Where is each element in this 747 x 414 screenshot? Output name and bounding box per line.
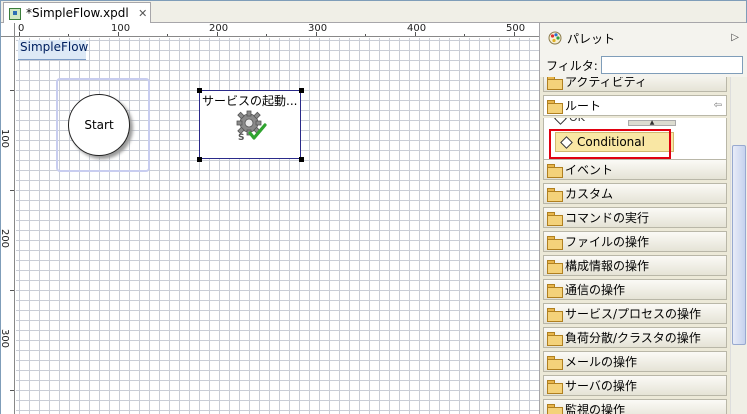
- palette-drawer-list: アクティビティ ルート ⇦ OK ▲ Conditional ▼: [540, 77, 730, 414]
- gear-check-icon: S: [236, 110, 267, 143]
- flow-editor: 0 100 200 300 400 500 100 200 300 Simple…: [1, 23, 539, 414]
- close-icon[interactable]: ✕: [137, 7, 149, 20]
- drawer-label: ファイルの操作: [565, 235, 650, 249]
- palette-title: パレット: [567, 31, 616, 46]
- drawer-label: 構成情報の操作: [565, 259, 650, 273]
- editor-tab-bar: *SimpleFlow.xpdl ✕: [1, 1, 746, 23]
- flow-canvas[interactable]: SimpleFlow Start サービスの起動... S: [16, 38, 539, 414]
- selection-handle[interactable]: [197, 88, 202, 93]
- folder-icon: [547, 235, 563, 250]
- palette-filter-row: フィルタ:: [540, 53, 747, 77]
- service-node-label: サービスの起動...: [202, 94, 298, 108]
- drawer-label: カスタム: [565, 187, 614, 201]
- ruler-label: 100: [1, 128, 11, 149]
- folder-icon: [547, 379, 563, 394]
- palette-tool-label: OK: [569, 118, 585, 124]
- highlight-box: [549, 129, 671, 159]
- palette-panel: パレット ▷ フィルタ: アクティビティ ルート ⇦ OK ▲: [539, 23, 747, 414]
- drawer-service-process[interactable]: サービス/プロセスの操作: [543, 303, 727, 324]
- service-activity-node[interactable]: サービスの起動... S: [199, 90, 301, 159]
- ruler-label: 100: [111, 23, 131, 34]
- palette-header: パレット ▷: [540, 23, 747, 53]
- tab-simpleflow[interactable]: *SimpleFlow.xpdl ✕: [3, 2, 151, 23]
- ruler-label: 300: [1, 328, 11, 349]
- drawer-custom[interactable]: カスタム: [543, 183, 727, 204]
- xpdl-file-icon: [8, 6, 22, 20]
- ruler-label: 500: [506, 23, 526, 34]
- palette-tool-ok[interactable]: OK: [554, 118, 585, 125]
- palette-scrollbar[interactable]: [730, 77, 747, 414]
- editor-window: *SimpleFlow.xpdl ✕ 0 100 200 300 400 500: [0, 0, 747, 414]
- flow-title[interactable]: SimpleFlow: [18, 40, 88, 60]
- drawer-load-balance[interactable]: 負荷分散/クラスタの操作: [543, 327, 727, 348]
- palette-icon: [548, 31, 562, 45]
- pin-drawer-icon[interactable]: ⇦: [714, 100, 722, 111]
- drawer-label: サーバの操作: [565, 379, 637, 393]
- drawer-file[interactable]: ファイルの操作: [543, 231, 727, 252]
- folder-icon: [547, 163, 563, 178]
- folder-open-icon: [547, 99, 563, 114]
- filter-input[interactable]: [600, 56, 743, 74]
- folder-icon: [547, 283, 563, 298]
- drawer-label: 負荷分散/クラスタの操作: [565, 331, 701, 345]
- drawer-server[interactable]: サーバの操作: [543, 375, 727, 396]
- ruler-label: 400: [407, 23, 427, 34]
- folder-icon: [547, 211, 563, 226]
- folder-icon: [547, 403, 563, 414]
- folder-icon: [547, 187, 563, 202]
- selection-handle[interactable]: [299, 157, 304, 162]
- folder-icon: [547, 307, 563, 322]
- ruler-label: 200: [209, 23, 229, 34]
- folder-icon: [547, 77, 563, 90]
- drawer-label: ルート: [565, 99, 602, 113]
- drawer-label: 通信の操作: [565, 283, 626, 297]
- drawer-label: イベント: [565, 163, 614, 177]
- drawer-label: 監視の操作: [565, 403, 626, 414]
- drawer-scroll-up-button[interactable]: ▲: [628, 120, 676, 126]
- folder-icon: [547, 355, 563, 370]
- drawer-event[interactable]: イベント: [543, 159, 727, 180]
- drawer-communication[interactable]: 通信の操作: [543, 279, 727, 300]
- start-label: Start: [84, 118, 114, 132]
- collapse-arrow-icon[interactable]: ▷: [731, 32, 739, 43]
- ruler-label: 200: [1, 228, 11, 249]
- diamond-icon: [554, 118, 567, 125]
- ruler-label: 300: [308, 23, 328, 34]
- start-node[interactable]: Start: [68, 94, 130, 156]
- drawer-label: サービス/プロセスの操作: [565, 307, 702, 321]
- drawer-label: コマンドの実行: [565, 211, 650, 225]
- drawer-config[interactable]: 構成情報の操作: [543, 255, 727, 276]
- scrollbar-thumb[interactable]: [732, 145, 746, 345]
- drawer-label: メールの操作: [565, 355, 638, 369]
- folder-icon: [547, 259, 563, 274]
- drawer-label: アクティビティ: [565, 77, 647, 89]
- folder-icon: [547, 331, 563, 346]
- ruler-corner: [1, 23, 15, 37]
- drawer-command[interactable]: コマンドの実行: [543, 207, 727, 228]
- tab-title: *SimpleFlow.xpdl: [26, 6, 129, 20]
- drawer-activity[interactable]: アクティビティ: [543, 77, 727, 92]
- selection-handle[interactable]: [299, 88, 304, 93]
- svg-text:S: S: [238, 133, 244, 143]
- filter-label: フィルタ:: [546, 58, 598, 73]
- drawer-mail[interactable]: メールの操作: [543, 351, 727, 372]
- ruler-vertical: 100 200 300: [1, 37, 15, 414]
- selection-handle[interactable]: [197, 157, 202, 162]
- drawer-route[interactable]: ルート ⇦: [543, 95, 727, 116]
- ruler-horizontal: 0 100 200 300 400 500: [15, 23, 539, 37]
- drawer-monitoring[interactable]: 監視の操作: [543, 399, 727, 414]
